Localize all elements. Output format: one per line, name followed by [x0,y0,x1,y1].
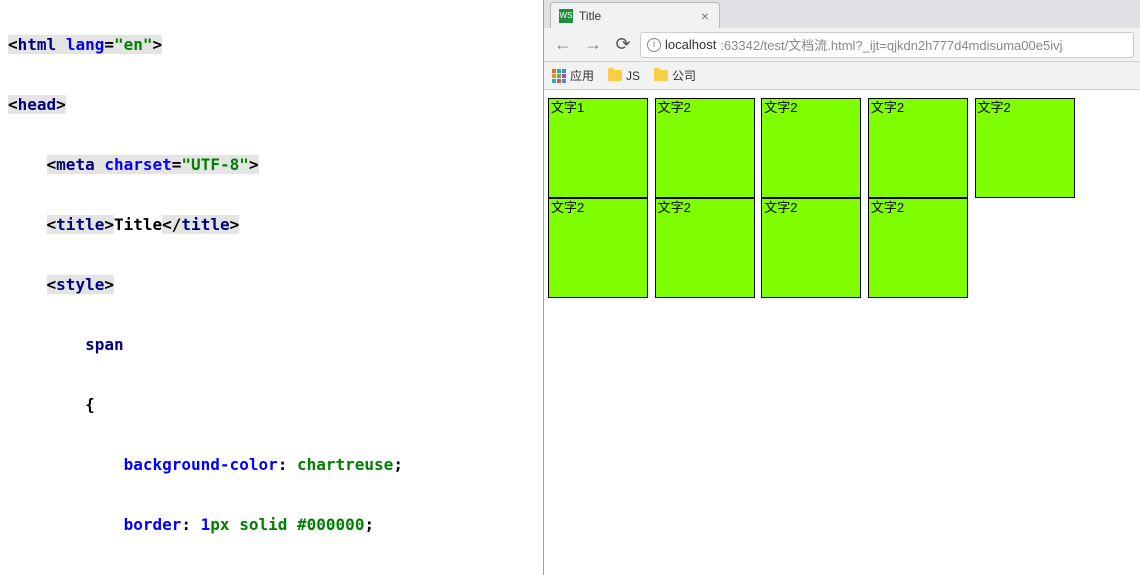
tag-title-open: title [56,215,104,234]
tag-style-open: style [56,275,104,294]
apps-label: 应用 [570,67,594,84]
address-bar[interactable]: i localhost :63342/test/文档流.html?_ijt=qjk… [640,32,1134,58]
span-box: 文字2 [548,198,648,298]
code-editor[interactable]: <html lang="en"> <head> <meta charset="U… [0,0,543,575]
page-viewport: 文字1 文字2 文字2 文字2 文字2 文字2 文字2 文字2 文字2 [544,90,1140,575]
val-lang: "en" [114,35,153,54]
prop-bg: background-color [124,455,278,474]
tag-html: html [18,35,57,54]
span-box: 文字2 [761,198,861,298]
tag-meta: meta [56,155,95,174]
reload-button[interactable]: ⟳ [610,32,636,58]
browser-window: WS Title × ← → ⟳ i localhost :63342/test/… [543,0,1140,575]
back-button[interactable]: ← [550,32,576,58]
url-host: localhost [665,37,716,52]
attr-lang: lang [66,35,105,54]
tag-head-open: head [18,95,57,114]
title-text: Title [114,215,162,234]
span-box: 文字2 [761,98,861,198]
forward-button[interactable]: → [580,32,606,58]
span-box: 文字1 [548,98,648,198]
val-bg: chartreuse [297,455,393,474]
info-icon[interactable]: i [647,38,661,52]
span-box: 文字2 [868,98,968,198]
span-box: 文字2 [655,198,755,298]
val-border-color: #000000 [297,515,364,534]
favicon-icon: WS [559,9,573,23]
tab-title: Title [579,9,693,23]
tag-title-close: title [181,215,229,234]
bookmark-js[interactable]: JS [608,69,640,83]
browser-tab[interactable]: WS Title × [550,2,720,28]
prop-border: border [124,515,182,534]
bookmarks-bar: 应用 JS 公司 [544,62,1140,90]
selector-span: span [85,335,124,354]
span-box: 文字2 [975,98,1075,198]
folder-icon [608,70,622,81]
span-box: 文字2 [868,198,968,298]
folder-icon [654,70,668,81]
apps-button[interactable]: 应用 [552,67,594,84]
url-rest: :63342/test/文档流.html?_ijt=qjkdn2h777d4md… [720,35,1062,54]
val-charset: "UTF-8" [181,155,248,174]
span-box: 文字2 [655,98,755,198]
browser-tabbar: WS Title × [544,0,1140,28]
close-icon[interactable]: × [699,8,711,24]
browser-toolbar: ← → ⟳ i localhost :63342/test/文档流.html?_i… [544,28,1140,62]
bookmark-company[interactable]: 公司 [654,67,696,84]
box-container: 文字1 文字2 文字2 文字2 文字2 文字2 文字2 文字2 文字2 [548,98,1140,298]
attr-charset: charset [104,155,171,174]
apps-icon [552,69,566,83]
